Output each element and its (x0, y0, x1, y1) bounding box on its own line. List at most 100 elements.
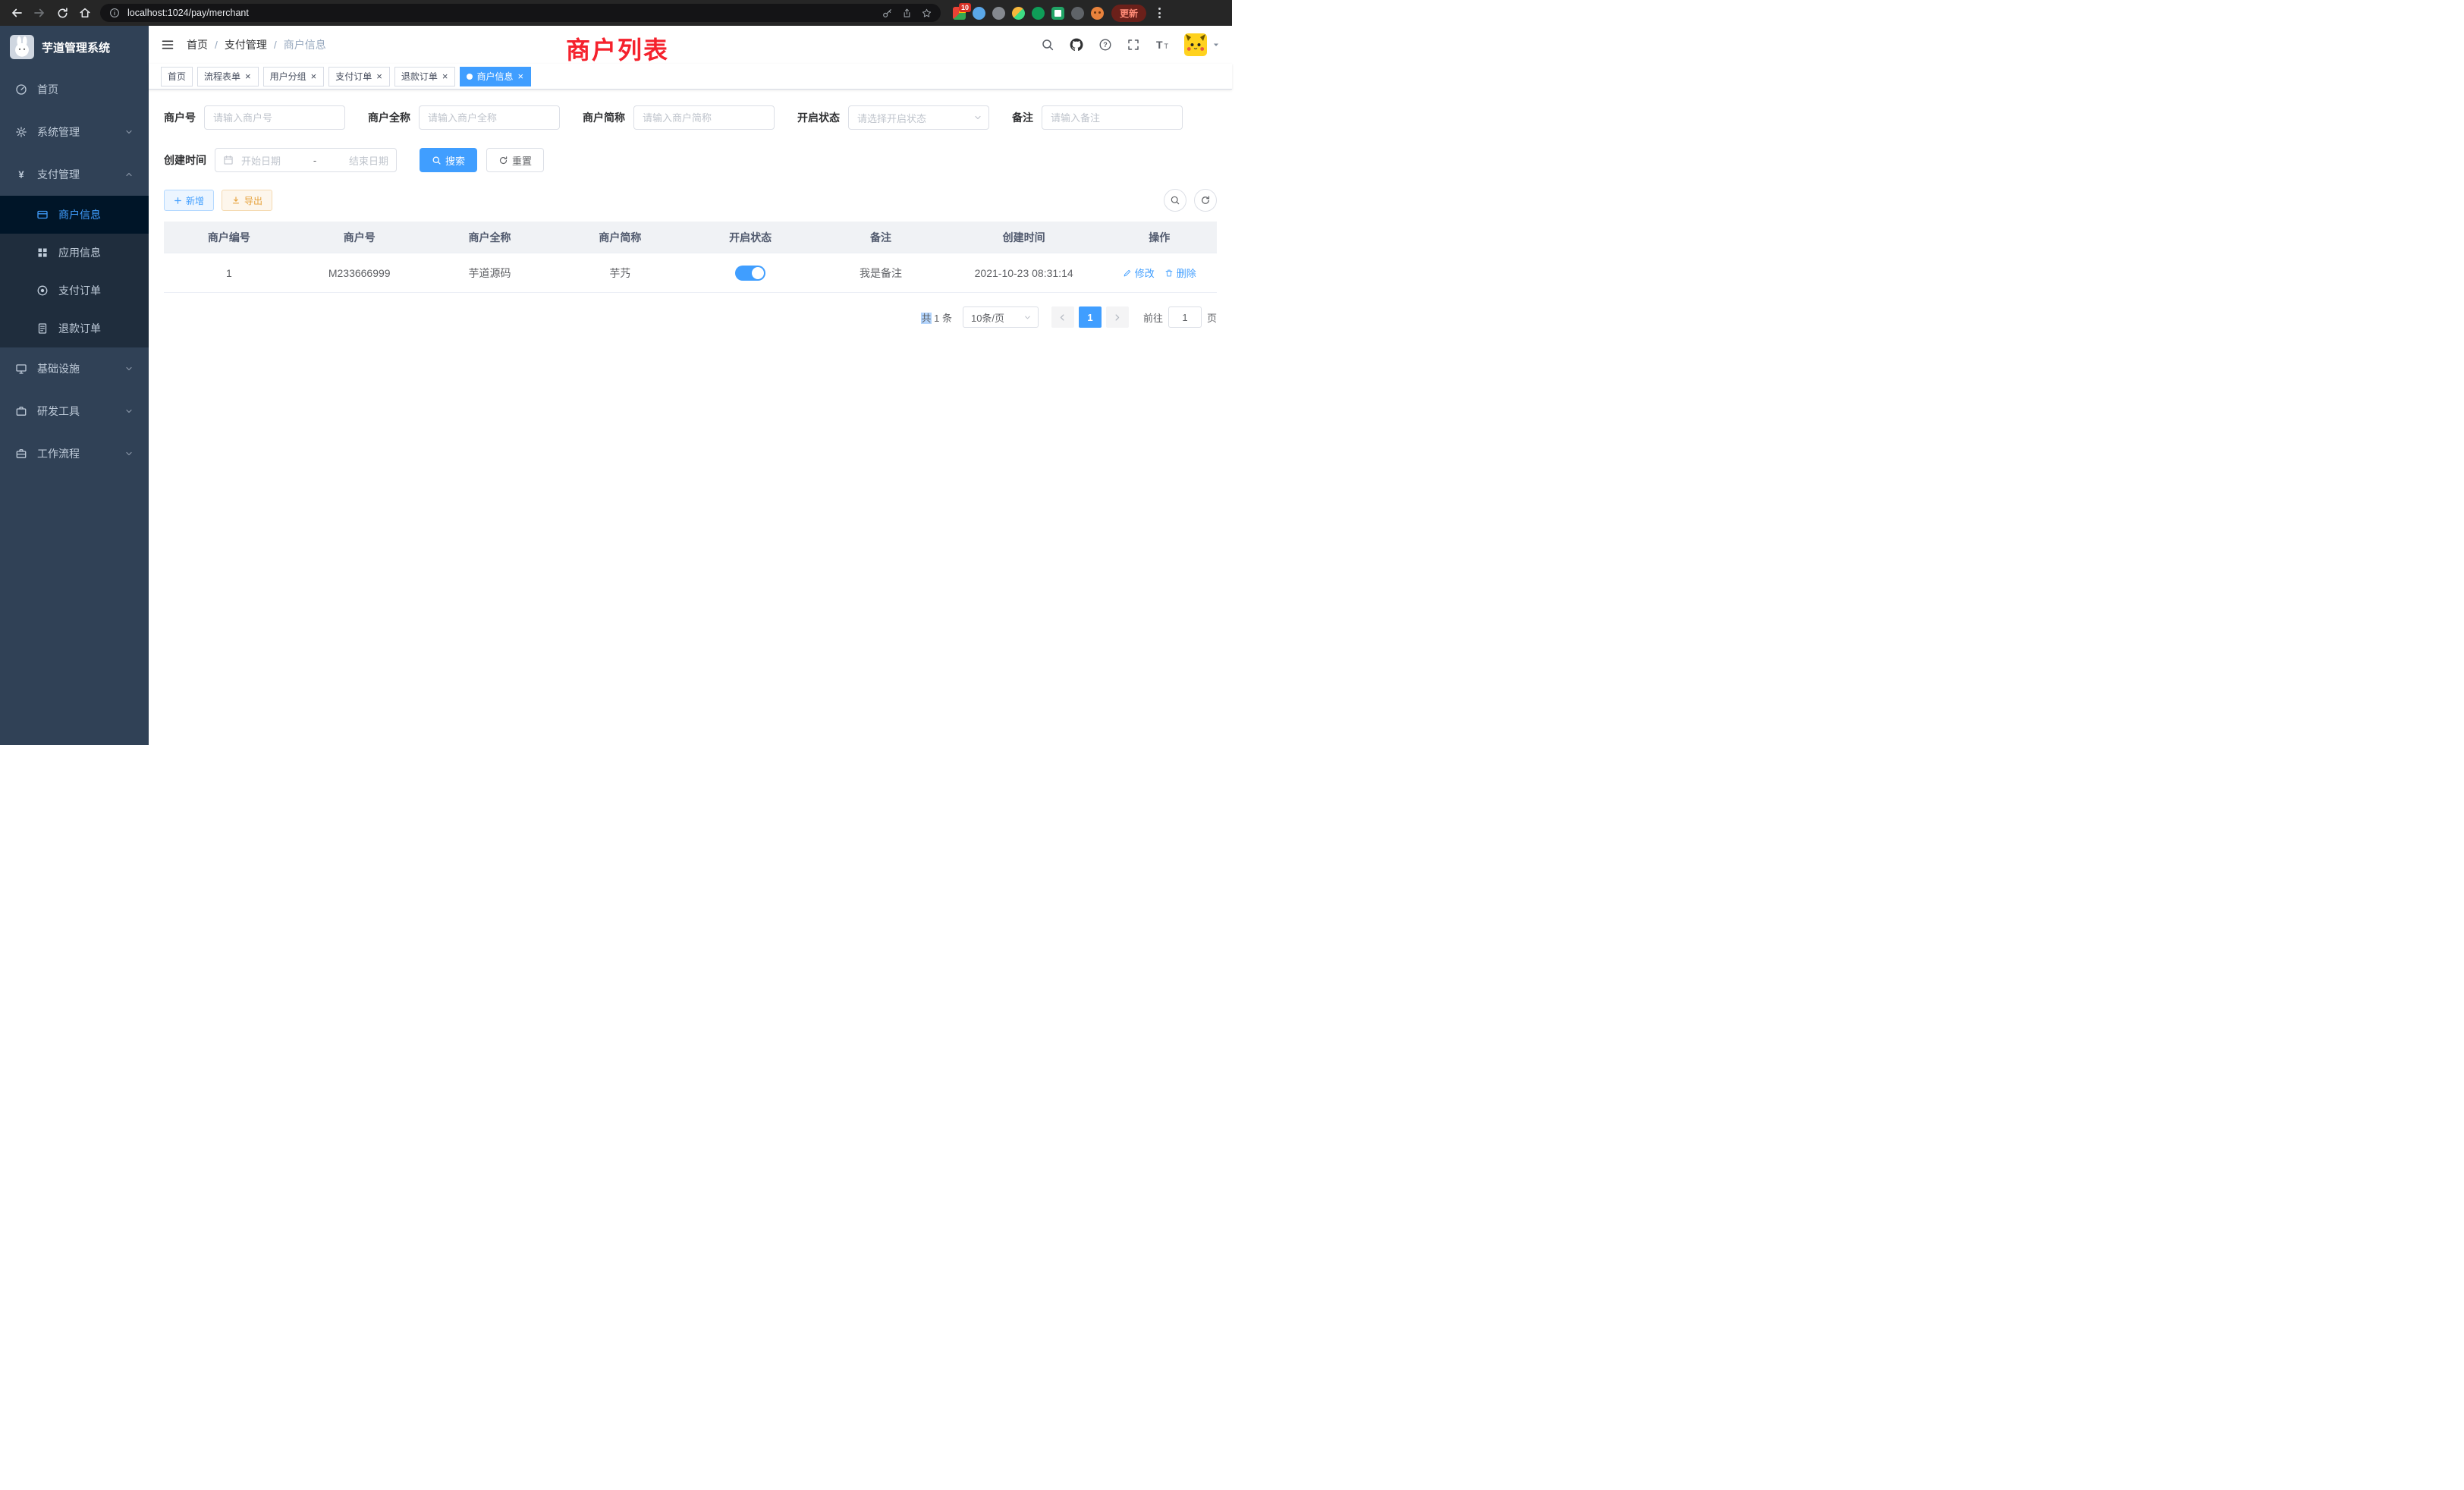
merchant-no-input[interactable] (204, 105, 345, 130)
search-button[interactable]: 搜索 (420, 148, 477, 172)
card-icon (36, 209, 49, 221)
info-icon[interactable] (108, 6, 121, 20)
refresh-icon (498, 156, 508, 165)
sidebar-logo[interactable]: 芋道管理系统 (0, 26, 149, 68)
tab-pay-order[interactable]: 支付订单 × (328, 67, 390, 86)
cell-remark: 我是备注 (816, 266, 946, 281)
tab-merchant-info[interactable]: 商户信息× (460, 67, 531, 86)
link-label: 删除 (1177, 266, 1196, 280)
delete-link[interactable]: 删除 (1164, 266, 1196, 280)
tab-process-form[interactable]: 流程表单× (197, 67, 259, 86)
chevron-up-icon (124, 170, 134, 179)
sidebar-item-system[interactable]: 系统管理 (0, 111, 149, 153)
search-icon[interactable] (1041, 38, 1054, 52)
close-icon[interactable]: × (442, 71, 449, 81)
export-button[interactable]: 导出 (222, 190, 272, 211)
back-icon[interactable] (9, 5, 24, 20)
key-icon[interactable] (880, 6, 894, 20)
add-button[interactable]: 新增 (164, 190, 214, 211)
extension-sheet-icon[interactable] (1051, 7, 1064, 20)
date-range-picker[interactable]: 开始日期 - 结束日期 (215, 148, 397, 172)
goto-page-input[interactable] (1168, 306, 1202, 328)
breadcrumb-home[interactable]: 首页 (187, 37, 208, 52)
table-toolbar: 新增 导出 (164, 189, 1217, 212)
sidebar-item-app-info[interactable]: 应用信息 (0, 234, 149, 272)
sidebar-item-home[interactable]: 首页 (0, 68, 149, 111)
breadcrumb-payment[interactable]: 支付管理 (225, 37, 267, 52)
sidebar-item-merchant-info[interactable]: 商户信息 (0, 196, 149, 234)
extension-drop-icon[interactable] (973, 7, 985, 20)
main-content: 商户列表 首页 / 支付管理 / 商户信息 (149, 26, 1232, 745)
extension-avatar-icon[interactable] (1012, 7, 1025, 20)
page-number-1[interactable]: 1 (1079, 306, 1102, 328)
field-label: 商户号 (164, 110, 196, 125)
breadcrumb-separator: / (215, 39, 218, 51)
address-bar[interactable]: localhost:1024/pay/merchant (100, 4, 941, 22)
sidebar-item-payment[interactable]: ¥ 支付管理 (0, 153, 149, 196)
download-icon (231, 196, 240, 205)
sidebar-item-workflow[interactable]: 工作流程 (0, 432, 149, 475)
extension-dark-icon[interactable] (1071, 7, 1084, 20)
sidebar-submenu-payment: 商户信息 应用信息 支付订单 退款订单 (0, 196, 149, 347)
extension-emoji-icon[interactable] (1091, 7, 1104, 20)
date-end-placeholder: 结束日期 (324, 153, 388, 168)
reset-button[interactable]: 重置 (486, 148, 544, 172)
sidebar-item-dev-tools[interactable]: 研发工具 (0, 390, 149, 432)
svg-text:?: ? (1103, 41, 1108, 49)
kebab-menu-icon[interactable] (1154, 6, 1165, 20)
extensions-puzzle-icon[interactable]: 10 (953, 7, 966, 20)
sidebar-item-refund-order[interactable]: 退款订单 (0, 310, 149, 347)
svg-text:T: T (1156, 39, 1163, 51)
update-button[interactable]: 更新 (1111, 5, 1146, 22)
tab-label: 支付订单 (335, 70, 372, 83)
forward-icon[interactable] (32, 5, 47, 20)
edit-link[interactable]: 修改 (1123, 266, 1155, 280)
chevron-down-icon (973, 113, 982, 122)
question-icon[interactable]: ? (1098, 38, 1112, 52)
cell-actions: 修改 删除 (1102, 266, 1217, 280)
breadcrumb: 首页 / 支付管理 / 商户信息 (187, 37, 326, 52)
app-window: 芋道管理系统 首页 系统管理 ¥ 支付管理 商户信息 (0, 26, 1232, 745)
tab-refund-order[interactable]: 退款订单× (394, 67, 456, 86)
user-menu[interactable] (1184, 33, 1220, 56)
close-icon[interactable]: × (310, 71, 318, 81)
filter-short-name: 商户简称 (583, 105, 775, 130)
page-size-select[interactable]: 10条/页 (963, 306, 1039, 328)
full-name-input[interactable] (419, 105, 560, 130)
extension-gray-icon[interactable] (992, 7, 1005, 20)
monitor-icon (15, 363, 27, 375)
close-icon[interactable]: × (517, 71, 524, 81)
tab-home[interactable]: 首页 (161, 67, 193, 86)
status-toggle-switch[interactable] (735, 266, 765, 281)
browser-chrome: localhost:1024/pay/merchant 10 更新 (0, 0, 1232, 26)
column-header: 操作 (1102, 230, 1217, 245)
fullscreen-icon[interactable] (1127, 38, 1140, 52)
refresh-table-button[interactable] (1194, 189, 1217, 212)
chevron-down-icon (124, 127, 134, 137)
tab-user-group[interactable]: 用户分组× (263, 67, 325, 86)
share-icon[interactable] (900, 6, 913, 20)
github-icon[interactable] (1069, 37, 1084, 52)
column-header: 商户全称 (425, 230, 555, 245)
gear-icon (15, 126, 27, 138)
show-search-button[interactable] (1164, 189, 1186, 212)
sidebar-item-pay-order[interactable]: 支付订单 (0, 272, 149, 310)
breadcrumb-current: 商户信息 (284, 37, 326, 52)
font-size-icon[interactable]: TT (1155, 38, 1170, 52)
reload-icon[interactable] (55, 5, 70, 20)
delete-icon (1164, 269, 1174, 278)
sidebar-item-infrastructure[interactable]: 基础设施 (0, 347, 149, 390)
menu-fold-icon[interactable] (161, 38, 174, 52)
short-name-input[interactable] (633, 105, 775, 130)
chevron-down-icon (1023, 313, 1032, 322)
star-icon[interactable] (919, 6, 933, 20)
extension-green-icon[interactable] (1032, 7, 1045, 20)
home-icon[interactable] (77, 5, 93, 20)
next-page-button[interactable] (1106, 306, 1129, 328)
field-label: 商户简称 (583, 110, 625, 125)
status-select[interactable]: 请选择开启状态 (848, 105, 989, 130)
close-icon[interactable]: × (244, 71, 252, 81)
remark-input[interactable] (1042, 105, 1183, 130)
prev-page-button[interactable] (1051, 306, 1074, 328)
close-icon[interactable]: × (376, 71, 383, 81)
